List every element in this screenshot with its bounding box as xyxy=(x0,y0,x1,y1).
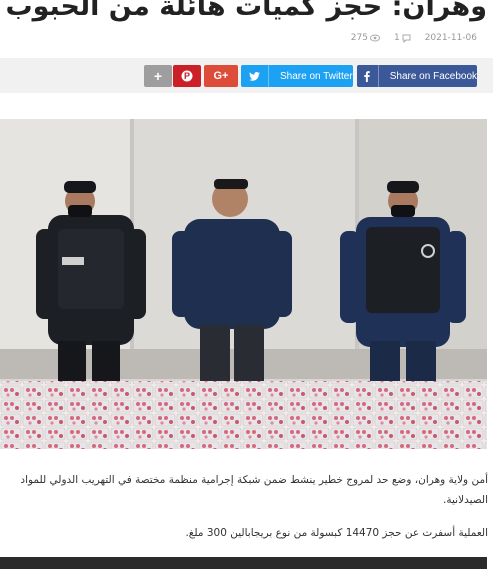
comments-value: 1 xyxy=(393,33,400,43)
comments-count[interactable]: 1 xyxy=(394,33,411,43)
facebook-label: Share on Facebook xyxy=(389,70,477,82)
article-photo xyxy=(0,119,487,449)
plus-icon: + xyxy=(153,68,163,84)
photo-illustration xyxy=(0,119,487,449)
views-value: 275 xyxy=(350,33,368,43)
pinterest-letter: P xyxy=(184,71,190,81)
share-pinterest-button[interactable]: P xyxy=(173,65,201,87)
twitter-label: Share on Twitter xyxy=(280,70,353,82)
next-media-strip xyxy=(0,557,487,569)
twitter-icon xyxy=(241,65,269,87)
seized-pills xyxy=(0,381,487,449)
share-google-plus-button[interactable]: G+ xyxy=(204,65,238,87)
views-count: 275 xyxy=(351,33,380,43)
eye-icon xyxy=(369,34,380,42)
google-plus-icon: G+ xyxy=(213,70,229,82)
publish-date: 2021-11-06 xyxy=(425,33,477,43)
share-facebook-button[interactable]: Share on Facebook xyxy=(357,65,477,87)
article-title: وهران: حجز كميات هائلة من الحبوب المهلوس… xyxy=(0,0,487,22)
facebook-icon xyxy=(357,65,379,87)
comment-icon xyxy=(402,34,411,43)
article-paragraph-1: أمن ولاية وهران، وضع حد لمروج خطير ينشط … xyxy=(20,474,488,506)
article-paragraph-2: العملية أسفرت عن حجز 14470 كبسولة من نوع… xyxy=(185,527,488,539)
share-bar: + P G+ Share on Twitter Share on Faceboo… xyxy=(0,58,493,93)
date-value: 2021-11-06 xyxy=(424,33,477,43)
pinterest-icon: P xyxy=(181,70,193,82)
share-more-button[interactable]: + xyxy=(144,65,172,87)
article-meta: 275 1 2021-11-06 xyxy=(351,31,477,45)
share-twitter-button[interactable]: Share on Twitter xyxy=(241,65,353,87)
